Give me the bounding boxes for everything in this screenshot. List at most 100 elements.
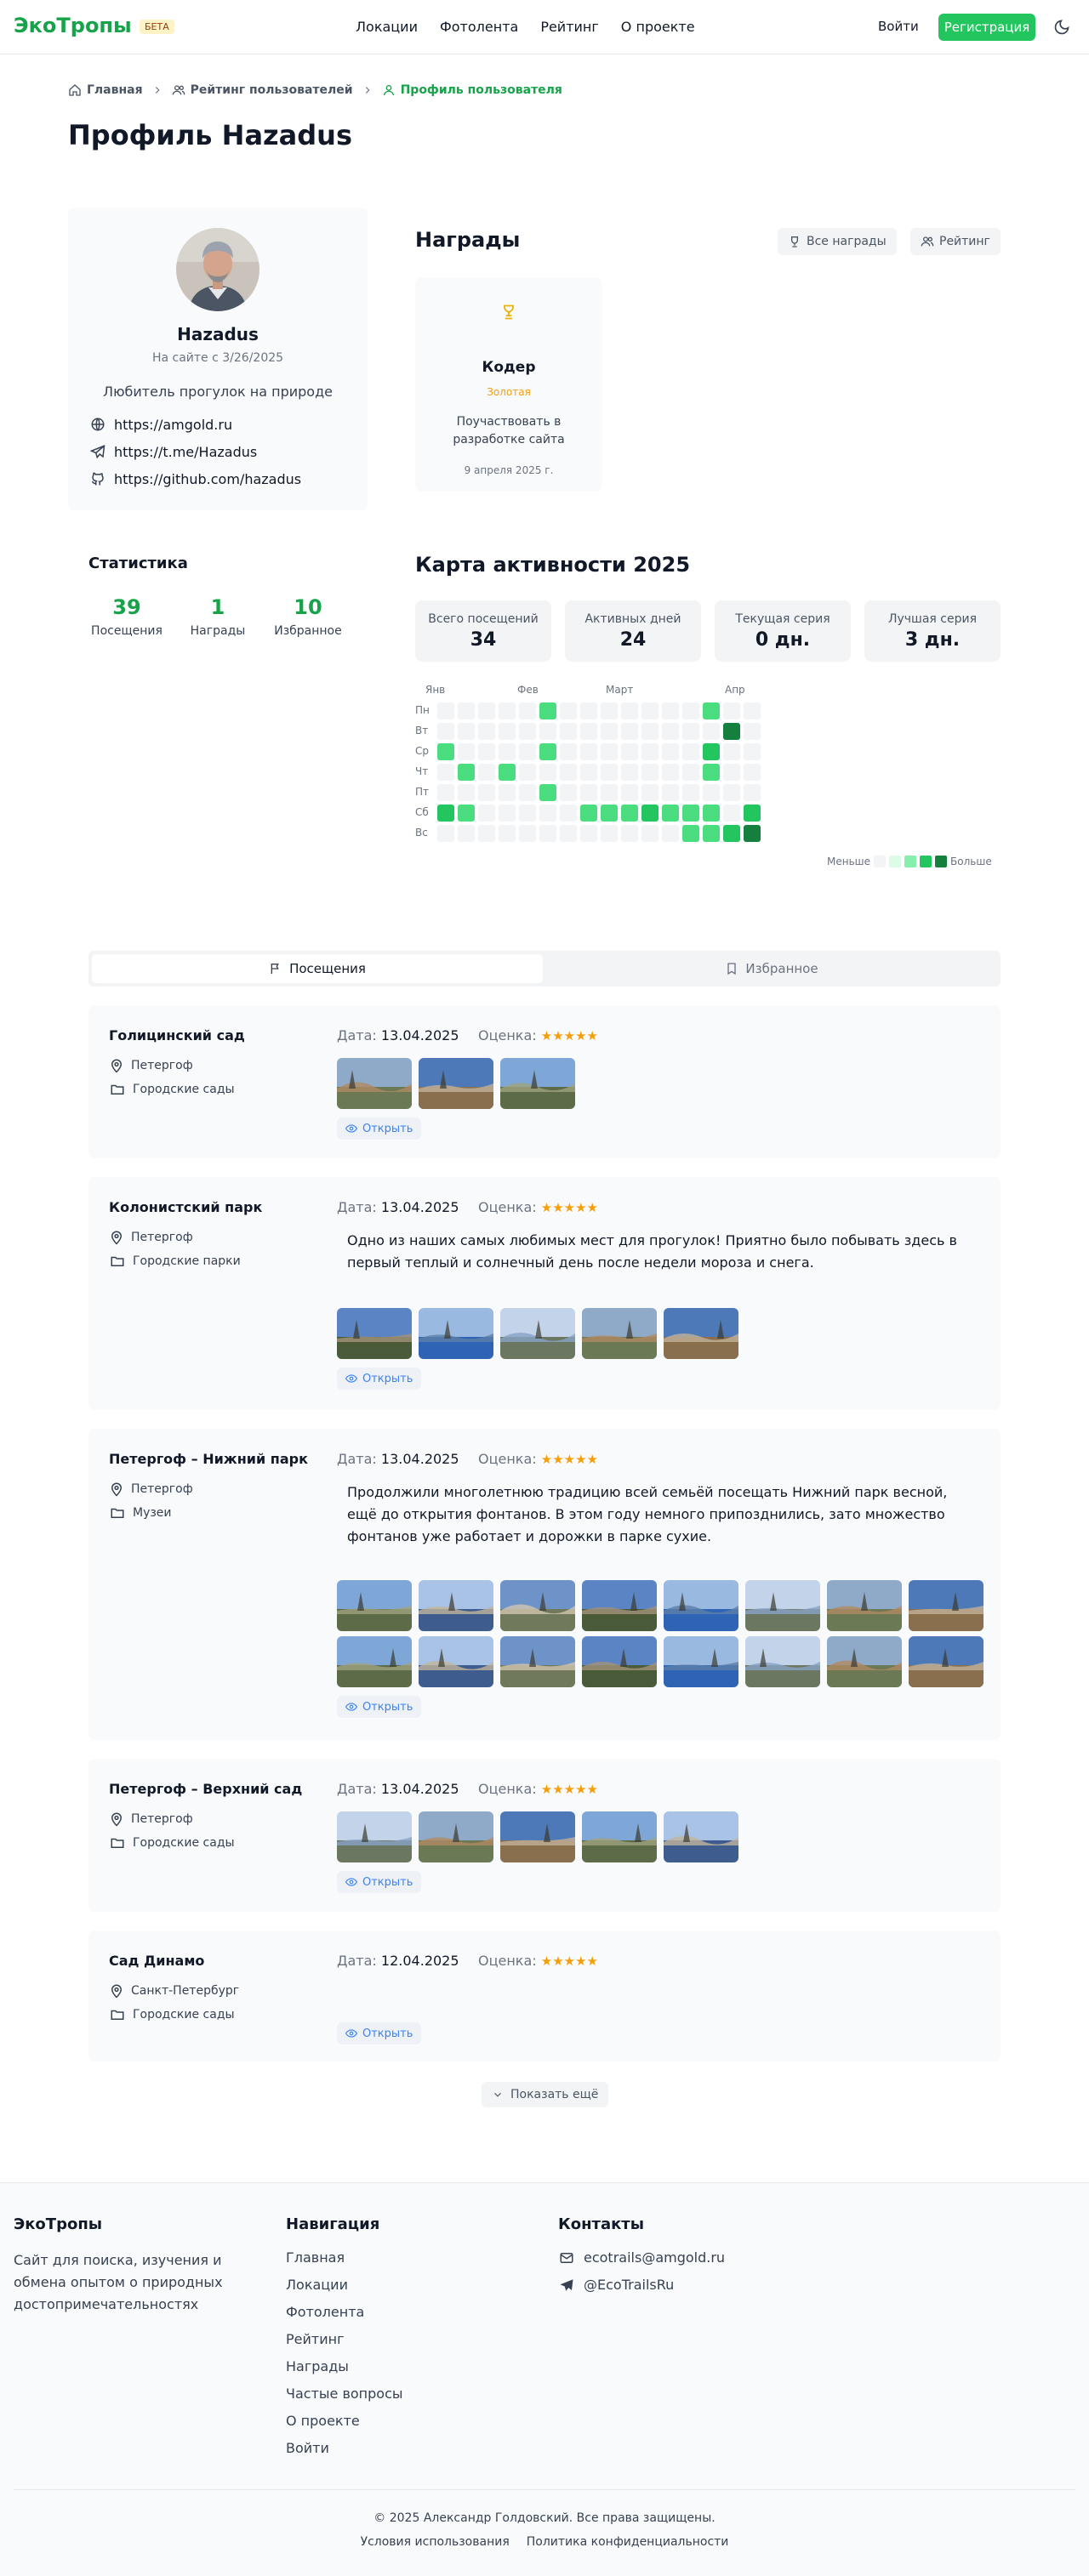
heatmap-cell bbox=[580, 723, 597, 740]
visit-category: Городские сады bbox=[109, 2007, 235, 2022]
open-visit-button[interactable]: Открыть bbox=[337, 1117, 422, 1140]
privacy-link[interactable]: Политика конфиденциальности bbox=[527, 2535, 729, 2549]
awards-title: Награды bbox=[415, 228, 521, 252]
nav-photofeed[interactable]: Фотолента bbox=[440, 19, 518, 35]
visit-photo[interactable] bbox=[500, 1636, 575, 1687]
open-visit-button[interactable]: Открыть bbox=[337, 1368, 422, 1390]
heatmap-cell bbox=[682, 702, 699, 719]
visit-city-label: Петергоф bbox=[131, 1231, 193, 1244]
visit-photo[interactable] bbox=[582, 1580, 657, 1631]
login-link[interactable]: Войти bbox=[878, 19, 919, 34]
visit-photo[interactable] bbox=[664, 1580, 738, 1631]
heatmap-cell bbox=[682, 764, 699, 781]
open-visit-label: Открыть bbox=[362, 1122, 413, 1135]
github-link[interactable]: https://github.com/hazadus bbox=[90, 469, 301, 488]
rating-button-label: Рейтинг bbox=[939, 235, 990, 248]
heatmap-cell bbox=[560, 825, 577, 842]
breadcrumb-rating[interactable]: Рейтинг пользователей bbox=[172, 83, 353, 97]
visit-photo[interactable] bbox=[909, 1636, 984, 1687]
nav-locations[interactable]: Локации bbox=[356, 19, 418, 35]
footer-link-about[interactable]: О проекте bbox=[286, 2413, 403, 2430]
visit-photo[interactable] bbox=[337, 1058, 412, 1109]
visit-rating-label: Оценка: bbox=[478, 1953, 537, 1969]
visit-photo[interactable] bbox=[827, 1580, 902, 1631]
visit-photo[interactable] bbox=[500, 1308, 575, 1359]
website-link[interactable]: https://amgold.ru bbox=[90, 415, 301, 434]
visit-photo[interactable] bbox=[500, 1580, 575, 1631]
visit-photo[interactable] bbox=[500, 1811, 575, 1862]
footer-telegram[interactable]: @EcoTrailsRu bbox=[558, 2277, 674, 2293]
visit-location-name[interactable]: Сад Динамо bbox=[109, 1953, 204, 1969]
all-awards-button[interactable]: Все награды bbox=[778, 228, 897, 255]
visit-photo[interactable] bbox=[419, 1811, 493, 1862]
tab-favorites[interactable]: Избранное bbox=[546, 954, 997, 983]
stat-label: Избранное bbox=[274, 624, 342, 638]
visit-photo[interactable] bbox=[337, 1308, 412, 1359]
open-visit-button[interactable]: Открыть bbox=[337, 1696, 422, 1718]
visit-photo[interactable] bbox=[419, 1308, 493, 1359]
footer-email[interactable]: ecotrails@amgold.ru bbox=[558, 2249, 725, 2266]
visit-city-label: Санкт-Петербург bbox=[131, 1984, 240, 1998]
footer-link-login[interactable]: Войти bbox=[286, 2440, 403, 2457]
legend-more-label: Больше bbox=[950, 856, 992, 867]
heatmap-cell bbox=[437, 743, 454, 760]
github-icon bbox=[90, 471, 105, 486]
visit-photo[interactable] bbox=[582, 1308, 657, 1359]
visit-photo[interactable] bbox=[664, 1308, 738, 1359]
visit-photo[interactable] bbox=[500, 1058, 575, 1109]
award-card[interactable]: Кодер Золотая Поучаствовать в разработке… bbox=[415, 277, 602, 492]
heatmap-cell bbox=[499, 702, 516, 719]
visit-photo[interactable] bbox=[745, 1580, 820, 1631]
visit-photo[interactable] bbox=[745, 1636, 820, 1687]
visit-location-name[interactable]: Колонистский парк bbox=[109, 1199, 262, 1215]
stat-label: Посещения bbox=[91, 624, 162, 638]
visit-photo[interactable] bbox=[419, 1636, 493, 1687]
telegram-link[interactable]: https://t.me/Hazadus bbox=[90, 442, 301, 461]
visit-photo[interactable] bbox=[827, 1636, 902, 1687]
visit-photo[interactable] bbox=[664, 1636, 738, 1687]
visit-location-name[interactable]: Петергоф – Нижний парк bbox=[109, 1451, 308, 1467]
footer-link-photofeed[interactable]: Фотолента bbox=[286, 2304, 403, 2321]
rating-button[interactable]: Рейтинг bbox=[910, 228, 1001, 255]
visit-city-label: Петергоф bbox=[131, 1482, 193, 1496]
heatmap-cell bbox=[580, 805, 597, 822]
register-button[interactable]: Регистрация bbox=[938, 14, 1035, 41]
profile-card: Hazadus На сайте с 3/26/2025 Любитель пр… bbox=[68, 208, 368, 510]
visit-photo[interactable] bbox=[337, 1636, 412, 1687]
site-logo[interactable]: ЭкоТропы bbox=[14, 14, 132, 37]
visit-photo[interactable] bbox=[664, 1811, 738, 1862]
terms-link[interactable]: Условия использования bbox=[361, 2535, 510, 2549]
open-visit-button[interactable]: Открыть bbox=[337, 2022, 422, 2044]
open-visit-label: Открыть bbox=[362, 1372, 413, 1385]
visit-photo[interactable] bbox=[582, 1636, 657, 1687]
visit-photo[interactable] bbox=[909, 1580, 984, 1631]
visit-photo[interactable] bbox=[419, 1058, 493, 1109]
heatmap-cell bbox=[641, 825, 659, 842]
folder-icon bbox=[109, 1835, 126, 1851]
breadcrumb-home[interactable]: Главная bbox=[68, 83, 143, 97]
footer-link-rating[interactable]: Рейтинг bbox=[286, 2331, 403, 2348]
heatmap-cell bbox=[641, 743, 659, 760]
visit-photo[interactable] bbox=[337, 1811, 412, 1862]
heatmap-cell bbox=[621, 723, 638, 740]
visit-location-name[interactable]: Петергоф – Верхний сад bbox=[109, 1781, 302, 1797]
stat-value: 10 bbox=[294, 595, 322, 619]
footer-link-awards[interactable]: Награды bbox=[286, 2358, 403, 2375]
open-visit-button[interactable]: Открыть bbox=[337, 1871, 422, 1893]
footer-link-faq[interactable]: Частые вопросы bbox=[286, 2386, 403, 2403]
footer-link-locations[interactable]: Локации bbox=[286, 2277, 403, 2294]
visit-photo[interactable] bbox=[419, 1580, 493, 1631]
award-level: Золотая bbox=[487, 386, 531, 398]
visit-photo[interactable] bbox=[337, 1580, 412, 1631]
visit-location-name[interactable]: Голицинский сад bbox=[109, 1027, 245, 1043]
tab-visits[interactable]: Посещения bbox=[92, 954, 543, 983]
nav-about[interactable]: О проекте bbox=[621, 19, 695, 35]
nav-rating[interactable]: Рейтинг bbox=[540, 19, 598, 35]
visit-date-value: 12.04.2025 bbox=[380, 1953, 459, 1969]
heatmap-cell bbox=[621, 805, 638, 822]
show-more-button[interactable]: Показать ещё bbox=[482, 2082, 609, 2107]
visit-photo[interactable] bbox=[582, 1811, 657, 1862]
footer-link-home[interactable]: Главная bbox=[286, 2249, 403, 2266]
moon-icon[interactable] bbox=[1053, 19, 1070, 36]
heatmap-cell bbox=[723, 784, 740, 801]
